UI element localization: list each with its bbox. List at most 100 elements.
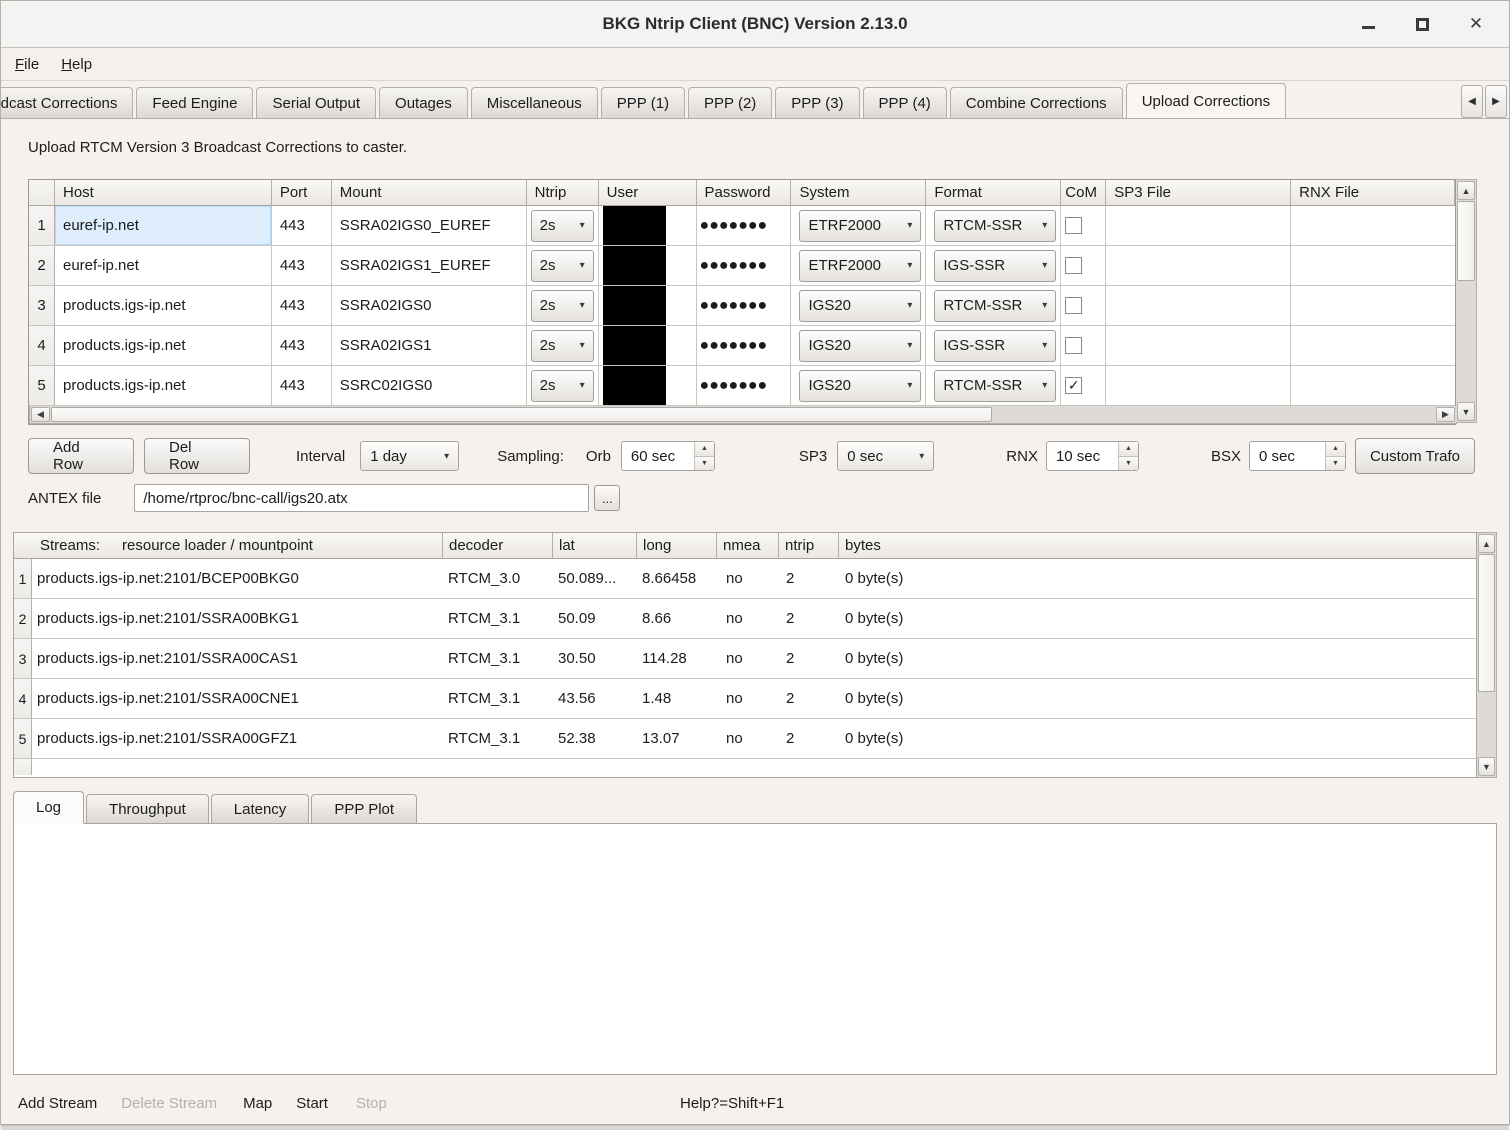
com-checkbox[interactable] xyxy=(1065,217,1082,234)
port-cell[interactable]: 443 xyxy=(272,366,332,406)
rnx-file-cell[interactable] xyxy=(1291,246,1455,286)
spin-up-icon[interactable]: ▲ xyxy=(1119,442,1138,457)
stream-row[interactable]: 4 products.igs-ip.net:2101/SSRA00CNE1 RT… xyxy=(14,679,1476,719)
mount-cell[interactable]: SSRC02IGS0 xyxy=(332,366,527,406)
user-redacted[interactable] xyxy=(603,246,666,286)
table-vscrollbar[interactable]: ▲ ▼ xyxy=(1456,179,1477,423)
host-cell[interactable]: products.igs-ip.net xyxy=(55,326,272,366)
scroll-down-icon[interactable]: ▼ xyxy=(1457,402,1475,421)
col-header-com[interactable]: CoM xyxy=(1061,180,1106,206)
rnx-file-cell[interactable] xyxy=(1291,366,1455,406)
add-row-button[interactable]: Add Row xyxy=(28,438,134,474)
format-dropdown[interactable]: IGS-SSR▾ xyxy=(934,330,1056,362)
minimize-button[interactable] xyxy=(1359,15,1377,33)
user-redacted[interactable] xyxy=(603,326,666,366)
sp3-file-cell[interactable] xyxy=(1106,246,1291,286)
mount-cell[interactable]: SSRA02IGS0_EUREF xyxy=(332,206,527,246)
col-header-bytes[interactable]: bytes xyxy=(839,533,1476,558)
tab-ppp-3[interactable]: PPP (3) xyxy=(775,87,859,118)
tab-scroll-right-button[interactable]: ▶ xyxy=(1485,85,1507,118)
spin-down-icon[interactable]: ▼ xyxy=(695,457,714,471)
vscroll-thumb[interactable] xyxy=(1478,554,1495,692)
antex-input[interactable] xyxy=(134,484,589,512)
tab-upload-corrections[interactable]: Upload Corrections xyxy=(1126,83,1286,119)
tab-feed-engine[interactable]: Feed Engine xyxy=(136,87,253,118)
system-dropdown[interactable]: IGS20▾ xyxy=(799,290,921,322)
tab-combine-corrections[interactable]: Combine Corrections xyxy=(950,87,1123,118)
tab-scroll-left-button[interactable]: ◀ xyxy=(1461,85,1483,118)
add-stream-button[interactable]: Add Stream xyxy=(18,1095,97,1112)
format-dropdown[interactable]: RTCM-SSR▾ xyxy=(934,210,1056,242)
row-header[interactable]: 3 xyxy=(29,286,55,326)
port-cell[interactable]: 443 xyxy=(272,286,332,326)
ntrip-dropdown[interactable]: 2s▾ xyxy=(531,290,594,322)
col-header-port[interactable]: Port xyxy=(272,180,332,206)
tab-ppp-2[interactable]: PPP (2) xyxy=(688,87,772,118)
interval-dropdown[interactable]: 1 day▾ xyxy=(360,441,459,471)
maximize-button[interactable] xyxy=(1413,15,1431,33)
col-header-system[interactable]: System xyxy=(791,180,926,206)
col-header-ntrip[interactable]: Ntrip xyxy=(527,180,599,206)
scroll-down-icon[interactable]: ▼ xyxy=(1478,757,1495,776)
col-header-ntrip[interactable]: ntrip xyxy=(779,533,839,558)
map-button[interactable]: Map xyxy=(243,1095,272,1112)
scroll-up-icon[interactable]: ▲ xyxy=(1457,181,1475,200)
host-cell[interactable]: products.igs-ip.net xyxy=(55,366,272,406)
password-cell[interactable]: ●●●●●●● xyxy=(697,326,792,366)
col-header-lat[interactable]: lat xyxy=(553,533,637,558)
system-dropdown[interactable]: IGS20▾ xyxy=(799,370,921,402)
start-button[interactable]: Start xyxy=(296,1095,328,1112)
col-header-long[interactable]: long xyxy=(637,533,717,558)
hscroll-thumb[interactable] xyxy=(51,407,992,422)
mount-cell[interactable]: SSRA02IGS1 xyxy=(332,326,527,366)
user-redacted[interactable] xyxy=(603,366,666,406)
tab-log[interactable]: Log xyxy=(13,791,84,824)
com-checkbox[interactable]: ✓ xyxy=(1065,377,1082,394)
col-header-nmea[interactable]: nmea xyxy=(717,533,779,558)
user-redacted[interactable] xyxy=(603,206,666,246)
tab-broadcast-corrections[interactable]: Broadcast Corrections xyxy=(1,87,133,118)
spin-up-icon[interactable]: ▲ xyxy=(695,442,714,457)
ntrip-dropdown[interactable]: 2s▾ xyxy=(531,330,594,362)
scroll-left-icon[interactable]: ◀ xyxy=(31,407,50,422)
system-dropdown[interactable]: ETRF2000▾ xyxy=(799,210,921,242)
row-header[interactable]: 5 xyxy=(29,366,55,406)
orb-spinbox[interactable]: 60 sec ▲▼ xyxy=(621,441,715,471)
com-checkbox[interactable] xyxy=(1065,257,1082,274)
host-cell[interactable]: euref-ip.net xyxy=(55,206,272,246)
tab-miscellaneous[interactable]: Miscellaneous xyxy=(471,87,598,118)
password-cell[interactable]: ●●●●●●● xyxy=(697,206,792,246)
col-header-password[interactable]: Password xyxy=(697,180,792,206)
format-dropdown[interactable]: RTCM-SSR▾ xyxy=(934,290,1056,322)
col-header-host[interactable]: Host xyxy=(55,180,272,206)
close-button[interactable]: ✕ xyxy=(1467,15,1485,33)
system-dropdown[interactable]: ETRF2000▾ xyxy=(799,250,921,282)
menu-help[interactable]: Help xyxy=(61,56,92,73)
sp3-file-cell[interactable] xyxy=(1106,206,1291,246)
format-dropdown[interactable]: RTCM-SSR▾ xyxy=(934,370,1056,402)
custom-trafo-button[interactable]: Custom Trafo xyxy=(1355,438,1475,474)
sp3-file-cell[interactable] xyxy=(1106,366,1291,406)
mount-cell[interactable]: SSRA02IGS1_EUREF xyxy=(332,246,527,286)
rnx-file-cell[interactable] xyxy=(1291,206,1455,246)
col-header-sp3-file[interactable]: SP3 File xyxy=(1106,180,1291,206)
row-header[interactable]: 4 xyxy=(29,326,55,366)
col-header-decoder[interactable]: decoder xyxy=(443,533,553,558)
sp3-dropdown[interactable]: 0 sec▾ xyxy=(837,441,934,471)
sp3-file-cell[interactable] xyxy=(1106,286,1291,326)
system-dropdown[interactable]: IGS20▾ xyxy=(799,330,921,362)
rnx-file-cell[interactable] xyxy=(1291,326,1455,366)
spin-up-icon[interactable]: ▲ xyxy=(1326,442,1345,457)
com-checkbox[interactable] xyxy=(1065,337,1082,354)
vscroll-thumb[interactable] xyxy=(1457,201,1475,281)
del-row-button[interactable]: Del Row xyxy=(144,438,250,474)
browse-button[interactable]: ... xyxy=(594,485,620,511)
password-cell[interactable]: ●●●●●●● xyxy=(697,286,792,326)
spin-down-icon[interactable]: ▼ xyxy=(1326,457,1345,471)
rnx-file-cell[interactable] xyxy=(1291,286,1455,326)
scroll-right-icon[interactable]: ▶ xyxy=(1436,407,1455,422)
stream-row[interactable]: 5 products.igs-ip.net:2101/SSRA00GFZ1 RT… xyxy=(14,719,1476,759)
password-cell[interactable]: ●●●●●●● xyxy=(697,246,792,286)
streams-vscrollbar[interactable]: ▲ ▼ xyxy=(1477,532,1497,778)
user-redacted[interactable] xyxy=(603,286,666,326)
